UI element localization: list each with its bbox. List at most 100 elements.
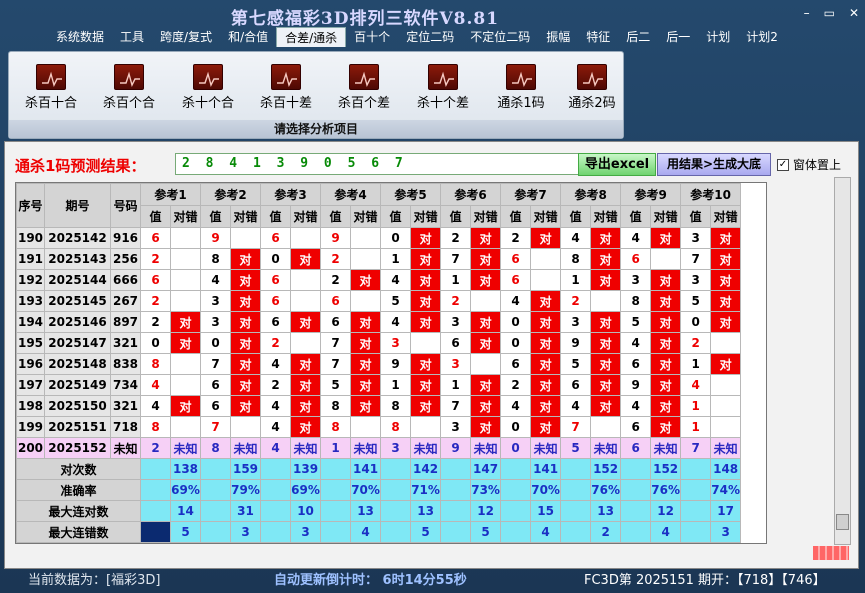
export-excel-button[interactable]: 导出excel (578, 153, 656, 176)
ref-value: 2 (500, 227, 532, 249)
ref-result (410, 416, 442, 438)
ref-value: 6 (500, 269, 532, 291)
ribbon-button[interactable]: 通杀2码 (556, 64, 628, 111)
menu-item[interactable]: 跨度/复式 (152, 27, 220, 47)
ref-value: 2 (320, 269, 352, 291)
menu-item[interactable]: 百十个 (346, 27, 398, 47)
menu-item[interactable]: 后一 (658, 27, 698, 47)
ref-result: 对 (290, 395, 322, 417)
table-row[interactable]: 197 2025149 734 4 6 对 2 对 5 对 1 对 1 对 2 对 6 对 9 对 4 (16, 374, 742, 396)
ref-value: 0 (680, 311, 712, 333)
pred-value: 8 (200, 437, 232, 459)
menu-item[interactable]: 和/合值 (220, 27, 276, 47)
topmost-checkbox[interactable]: ✓ 窗体置上 (777, 156, 841, 173)
stat-value: 15 (530, 500, 562, 522)
table-row[interactable]: 191 2025143 256 2 8 对 0 对 2 1 对 7 对 6 8 对 6 7 对 (16, 248, 742, 270)
stat-spacer (140, 500, 171, 522)
menu-item[interactable]: 合差/通杀 (276, 27, 347, 47)
stat-value: 13 (410, 500, 442, 522)
ref-result (710, 374, 742, 396)
ref-result: 对 (169, 332, 202, 354)
ref-result: 对 (650, 353, 682, 375)
ref-value: 7 (200, 353, 232, 375)
ref-result: 对 (590, 374, 622, 396)
menu-item[interactable]: 后二 (618, 27, 658, 47)
row-seq: 197 (16, 374, 45, 396)
ribbon-button-label: 杀百个合 (102, 96, 155, 111)
ref-value: 8 (380, 395, 412, 417)
ref-result (350, 248, 382, 270)
row-period: 2025148 (44, 353, 111, 375)
table-row[interactable]: 196 2025148 838 8 7 对 4 对 7 对 9 对 3 6 对 5 对 6 对 1 对 (16, 353, 742, 375)
ref-value: 6 (260, 311, 292, 333)
ribbon-button[interactable]: 杀百个合 (93, 64, 165, 111)
ref-result (350, 290, 382, 312)
menu-item[interactable]: 工具 (112, 27, 152, 47)
menu-item[interactable]: 特征 (578, 27, 618, 47)
ref-value: 0 (500, 332, 532, 354)
ref-value: 6 (140, 227, 171, 249)
ref-value: 8 (140, 416, 171, 438)
pred-result: 未知 (410, 437, 442, 459)
ref-result: 对 (470, 227, 502, 249)
table-row[interactable]: 195 2025147 321 0 对 0 对 2 7 对 3 6 对 0 对 9 对 4 对 2 (16, 332, 742, 354)
pred-result: 未知 (169, 437, 202, 459)
ribbon-button[interactable]: 杀百个差 (328, 64, 400, 111)
table-row[interactable]: 190 2025142 916 6 9 6 9 0 对 2 对 2 对 4 对 4 对 3 对 (16, 227, 742, 249)
ref-value: 7 (200, 416, 232, 438)
stat-value: 141 (350, 458, 382, 480)
chart-icon (36, 64, 66, 90)
stat-spacer (200, 500, 232, 522)
ref-result: 对 (590, 311, 622, 333)
ref-value: 6 (500, 353, 532, 375)
table-row[interactable]: 193 2025145 267 2 3 对 6 6 5 对 2 4 对 2 8 对 5 对 (16, 290, 742, 312)
stat-spacer (620, 479, 652, 501)
ref-value: 6 (260, 290, 292, 312)
ref-value: 1 (680, 416, 712, 438)
maximize-icon[interactable]: ▭ (824, 6, 835, 20)
ribbon-button[interactable]: 杀十个差 (407, 64, 479, 111)
ribbon-button[interactable]: 通杀1码 (485, 64, 557, 111)
scrollbar-thumb[interactable] (836, 514, 849, 530)
table-row[interactable]: 199 2025151 718 8 7 4 对 8 8 3 对 0 对 7 6 对 1 (16, 416, 742, 438)
vertical-scrollbar[interactable] (834, 177, 851, 545)
menu-item[interactable]: 计划2 (738, 27, 786, 47)
data-grid[interactable]: 序号 期号 号码 参考1 参考2 参考3 参考4 参考5 参考6 参考7 参考8 参考9 参考10 值对错… (15, 182, 767, 544)
minimize-icon[interactable]: – (804, 6, 810, 20)
stat-spacer (500, 500, 532, 522)
ribbon-button[interactable]: 杀百十差 (250, 64, 322, 111)
header-ref: 参考5 (380, 183, 442, 206)
menu-item[interactable]: 不定位二码 (462, 27, 538, 47)
header-value: 值 (380, 205, 412, 228)
menu-item[interactable]: 振幅 (538, 27, 578, 47)
ref-result (290, 227, 322, 249)
ref-value: 4 (380, 311, 412, 333)
menu-item[interactable]: 计划 (698, 27, 738, 47)
ribbon-caption: 请选择分析项目 (9, 120, 623, 138)
table-row[interactable]: 194 2025146 897 2 对 3 对 6 对 6 对 4 对 3 对 0 对 3 对 5 对 0 对 (16, 311, 742, 333)
ref-value: 9 (200, 227, 232, 249)
ref-result: 对 (590, 269, 622, 291)
stat-value: 3 (230, 521, 262, 543)
ref-value: 7 (440, 395, 472, 417)
ref-value: 6 (440, 332, 472, 354)
ribbon-button[interactable]: 杀百十合 (15, 64, 87, 111)
ref-value: 2 (560, 290, 592, 312)
ribbon-button[interactable]: 杀十个合 (172, 64, 244, 111)
table-row[interactable]: 198 2025150 321 4 对 6 对 4 对 8 对 8 对 7 对 4 对 4 对 4 对 1 (16, 395, 742, 417)
stat-value: 13 (350, 500, 382, 522)
ref-value: 5 (560, 353, 592, 375)
ref-value: 7 (320, 332, 352, 354)
close-icon[interactable]: ✕ (849, 6, 859, 20)
menu-item[interactable]: 定位二码 (398, 27, 462, 47)
prediction-row[interactable]: 200 2025152 未知 2 未知 8 未知 4 未知 1 未知 3 未知 9 未知 0 未知 5 未知 6 未知 7… (16, 437, 742, 459)
generate-base-button[interactable]: 用结果>生成大底 (657, 153, 771, 176)
ref-result: 对 (650, 395, 682, 417)
menu-item[interactable]: 系统数据 (48, 27, 112, 47)
ref-value: 3 (440, 416, 472, 438)
stat-label: 最大连对数 (16, 500, 141, 522)
ref-result: 对 (290, 248, 322, 270)
check-icon[interactable]: ✓ (777, 158, 789, 171)
stat-row: 对次数 138 159 139 141 142 147 141 152 152 148 (16, 458, 742, 480)
table-row[interactable]: 192 2025144 666 6 4 对 6 2 对 4 对 1 对 6 1 对 3 对 3 对 (16, 269, 742, 291)
